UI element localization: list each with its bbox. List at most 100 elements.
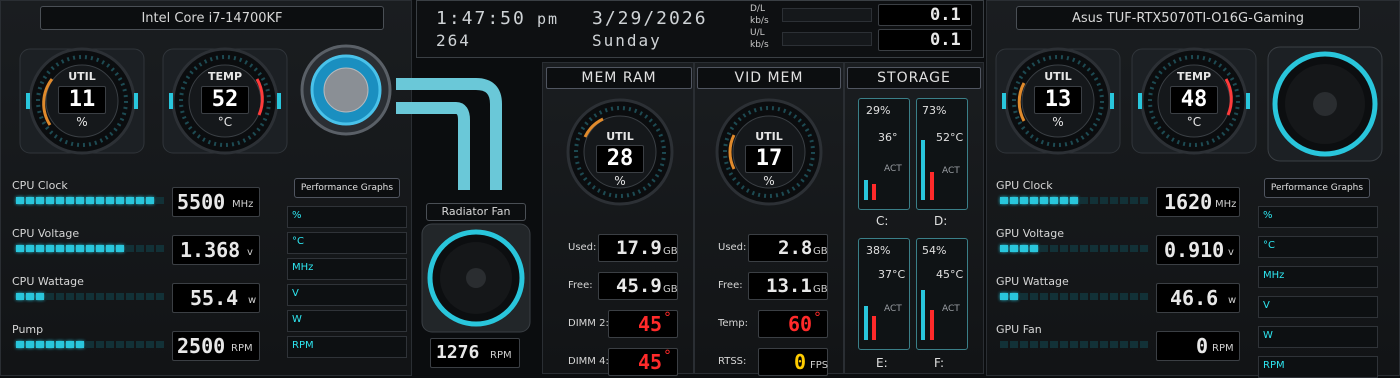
radiator-fan-label: Radiator Fan xyxy=(426,203,526,221)
gpu-voltage-value: 0.910 xyxy=(1164,238,1225,262)
drive-f-act: ACT xyxy=(942,304,960,314)
mem-util-label: UTIL xyxy=(606,130,634,143)
cpu-temp-unit: °C xyxy=(217,115,233,129)
gpu-util-label: UTIL xyxy=(1044,70,1072,83)
drive-e-temp-bar xyxy=(872,316,876,340)
pump-value: 2500 xyxy=(177,334,226,358)
upload-value: 0.1 xyxy=(930,30,961,50)
drive-d-temp: 52°C xyxy=(936,131,964,144)
gpu-fan-label: GPU Fan xyxy=(996,323,1042,336)
gpu-temp-label: TEMP xyxy=(1176,70,1212,83)
gpu-wattage-label: GPU Wattage xyxy=(996,275,1069,288)
drive-f-usage: 54% xyxy=(922,244,947,257)
pump-label: Pump xyxy=(12,323,44,336)
drive-d-usage: 73% xyxy=(922,104,947,117)
cpu-wattage-bar xyxy=(16,293,164,300)
cpu-wattage-value: 55.4 xyxy=(190,286,239,310)
vid-used-label: Used: xyxy=(718,242,747,253)
cpu-voltage-label: CPU Voltage xyxy=(12,227,80,240)
clock-number: 264 xyxy=(436,31,471,50)
drive-d-letter: D: xyxy=(934,214,948,228)
dimm2-label: DIMM 2: xyxy=(568,318,609,329)
cpu-wattage-unit: w xyxy=(248,295,257,306)
clock-ampm: pm xyxy=(537,10,560,28)
rtss-unit: FPS xyxy=(810,360,829,371)
drive-f-bar xyxy=(921,290,925,340)
drive-c-temp-bar xyxy=(872,184,876,200)
drive-d-temp-bar xyxy=(930,172,934,200)
cpu-title: Intel Core i7-14700KF xyxy=(40,6,384,30)
mem-title: MEM RAM xyxy=(546,67,692,89)
drive-c-temp: 36° xyxy=(878,131,898,144)
cpu-voltage-value: 1.368 xyxy=(180,238,241,262)
gpu-voltage-bar xyxy=(1000,245,1148,252)
gpu-fan-bar xyxy=(1000,341,1148,348)
drive-f-letter: F: xyxy=(934,356,945,370)
cpu-graph-clock[interactable]: MHz xyxy=(287,258,407,280)
gpu-util-unit: % xyxy=(1052,115,1064,129)
drive-c-letter: C: xyxy=(876,214,889,228)
download-value: 0.1 xyxy=(930,5,961,25)
gpu-graph-temp[interactable]: °C xyxy=(1258,236,1378,258)
upload-bar xyxy=(782,32,872,46)
cpu-performance-graphs-button[interactable]: Performance Graphs xyxy=(294,178,400,198)
drive-e-bar xyxy=(864,306,868,340)
radiator-fan-unit: RPM xyxy=(490,350,512,361)
drive-f-temp: 45°C xyxy=(936,268,964,281)
vid-free-value: 13.1 xyxy=(766,275,812,297)
gpu-fan-icon xyxy=(1267,46,1383,162)
clock-day: Sunday xyxy=(592,31,662,50)
drive-c-act: ACT xyxy=(884,164,902,174)
vid-util-label: UTIL xyxy=(755,130,783,143)
cpu-graph-voltage[interactable]: V xyxy=(287,284,407,306)
gpu-fan-unit: RPM xyxy=(1212,343,1234,354)
gpu-graph-list: % °C MHz V W RPM xyxy=(1258,206,1378,378)
gpu-graph-voltage[interactable]: V xyxy=(1258,296,1378,318)
mem-used-unit: GB xyxy=(663,246,678,257)
vid-free-label: Free: xyxy=(718,280,743,291)
cpu-graph-util[interactable]: % xyxy=(287,206,407,228)
download-unit: kb/s xyxy=(750,16,769,26)
mem-used-value: 17.9 xyxy=(616,237,662,259)
drive-d-act: ACT xyxy=(942,166,960,176)
vid-free-unit: GB xyxy=(813,284,828,295)
mem-free-value: 45.9 xyxy=(616,275,662,297)
mem-free-unit: GB xyxy=(663,284,678,295)
gpu-performance-graphs-button[interactable]: Performance Graphs xyxy=(1264,178,1370,198)
dimm4-value: 45 xyxy=(638,350,663,374)
drive-f-temp-bar xyxy=(930,310,934,340)
gpu-clock-value: 1620 xyxy=(1164,190,1213,214)
clock-time: 1:47:50 xyxy=(436,8,526,29)
cpu-temp-value: 52 xyxy=(211,87,239,112)
gpu-graph-wattage[interactable]: W xyxy=(1258,326,1378,348)
vid-util-unit: % xyxy=(763,174,775,188)
storage-title: STORAGE xyxy=(847,67,981,89)
cpu-wattage-label: CPU Wattage xyxy=(12,275,84,288)
gpu-metrics: GPU Clock 1620 MHz GPU Voltage 0.910 v G… xyxy=(996,175,1246,370)
gpu-util-value: 13 xyxy=(1044,87,1072,112)
rtss-value: 0 xyxy=(794,350,807,374)
cpu-graph-rpm[interactable]: RPM xyxy=(287,336,407,358)
gpu-voltage-label: GPU Voltage xyxy=(996,227,1064,240)
gpu-clock-unit: MHz xyxy=(1215,199,1237,210)
vid-util-value: 17 xyxy=(755,146,783,171)
cpu-graph-wattage[interactable]: W xyxy=(287,310,407,332)
radiator-fan-value: 1276 xyxy=(436,342,480,363)
vid-temp-value: 60 xyxy=(788,312,813,336)
vid-title: VID MEM xyxy=(697,67,841,89)
gpu-clock-label: GPU Clock xyxy=(996,179,1053,192)
gpu-graph-util[interactable]: % xyxy=(1258,206,1378,228)
cpu-clock-value: 5500 xyxy=(177,190,226,214)
cpu-graph-temp[interactable]: °C xyxy=(287,232,407,254)
gpu-clock-bar xyxy=(1000,197,1148,204)
cpu-metrics: CPU Clock 5500 MHz CPU Voltage 1.368 v C… xyxy=(12,175,262,370)
gpu-graph-clock[interactable]: MHz xyxy=(1258,266,1378,288)
cpu-temp-label: TEMP xyxy=(207,70,243,83)
upload-label: U/L xyxy=(750,28,765,38)
drive-e-act: ACT xyxy=(884,304,902,314)
gpu-graph-rpm[interactable]: RPM xyxy=(1258,356,1378,378)
rtss-label: RTSS: xyxy=(718,356,747,367)
gpu-fan-value: 0 xyxy=(1196,334,1209,358)
download-bar xyxy=(782,8,872,22)
cpu-voltage-bar xyxy=(16,245,164,252)
